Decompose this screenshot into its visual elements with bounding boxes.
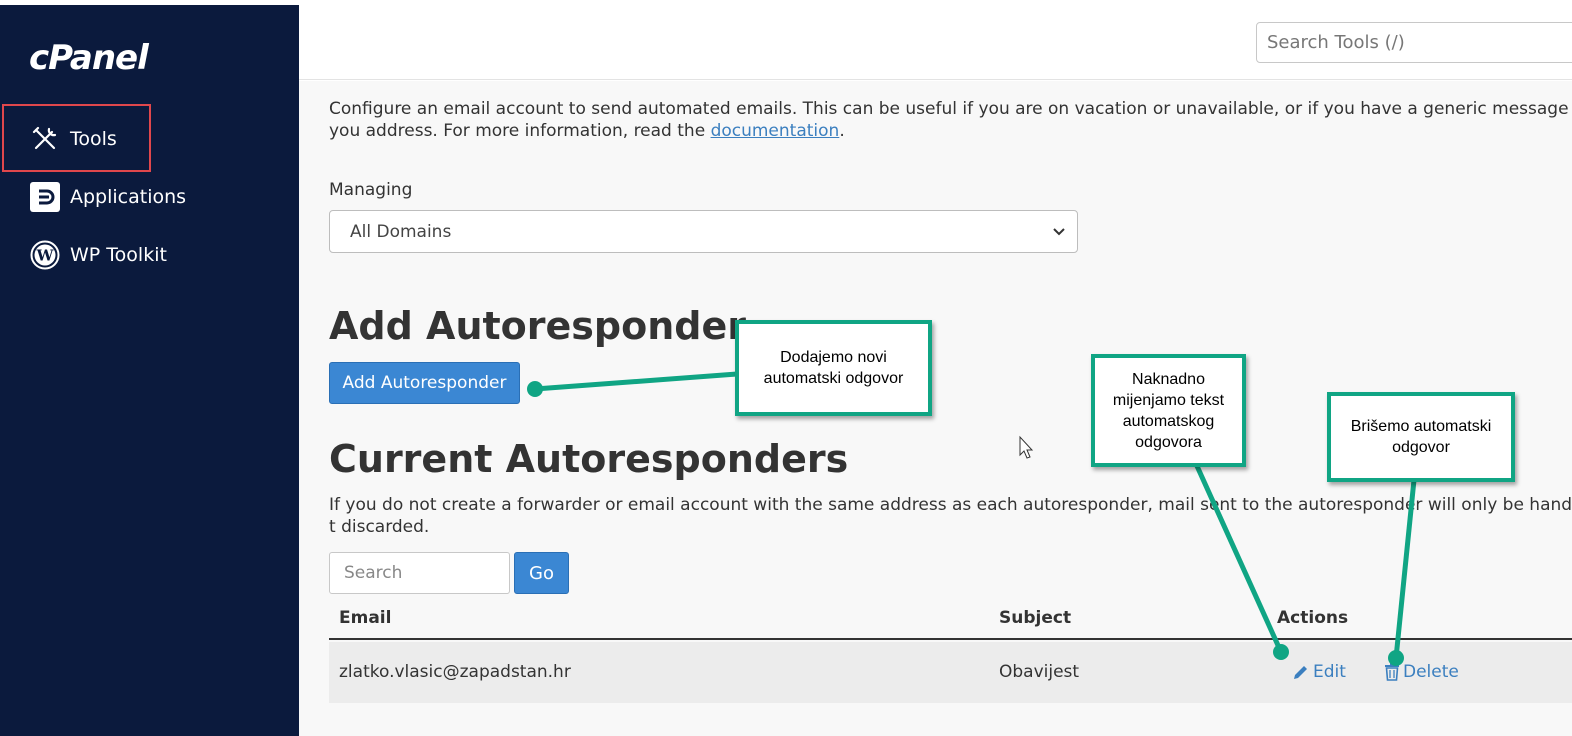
sidebar-top-strip — [0, 0, 299, 5]
edit-label: Edit — [1313, 662, 1346, 682]
table-row: zlatko.vlasic@zapadstan.hr Obavijest Edi… — [329, 642, 1572, 703]
column-header-actions: Actions — [1277, 608, 1349, 628]
sidebar: cPanel Tools Applications W WP Toolkit — [0, 0, 299, 736]
add-autoresponder-button[interactable]: Add Autoresponder — [329, 362, 520, 404]
managing-label: Managing — [329, 180, 413, 200]
edit-button[interactable]: Edit — [1292, 662, 1346, 682]
search-tools-input[interactable] — [1256, 22, 1572, 63]
intro-text-after: . — [839, 121, 845, 141]
callout-add: Dodajemo novi automatski odgovor — [735, 320, 932, 416]
column-header-subject[interactable]: Subject — [999, 608, 1071, 628]
tools-icon — [30, 124, 60, 154]
applications-icon — [30, 182, 60, 212]
sidebar-item-wp-toolkit[interactable]: W WP Toolkit — [0, 226, 299, 284]
column-header-email[interactable]: Email — [339, 608, 391, 628]
intro-text-before: Configure an email account to send autom… — [329, 99, 1572, 141]
trash-icon — [1385, 663, 1399, 681]
sidebar-item-applications[interactable]: Applications — [0, 168, 299, 226]
go-button[interactable]: Go — [514, 552, 569, 594]
cpanel-logo[interactable]: cPanel — [29, 38, 149, 78]
wordpress-icon: W — [30, 240, 60, 270]
pencil-icon — [1294, 666, 1307, 679]
current-autoresponders-heading: Current Autoresponders — [329, 437, 849, 481]
delete-label: Delete — [1403, 662, 1459, 682]
managing-domain-select[interactable]: All Domains — [329, 210, 1078, 253]
delete-button[interactable]: Delete — [1384, 662, 1459, 682]
row-subject: Obavijest — [999, 662, 1080, 682]
top-header — [299, 5, 1572, 80]
svg-text:W: W — [36, 247, 55, 265]
add-autoresponder-heading: Add Autoresponder — [329, 304, 746, 348]
managing-selected-value: All Domains — [350, 221, 452, 242]
documentation-link[interactable]: documentation — [711, 121, 840, 141]
autoresponder-search-input[interactable] — [329, 552, 510, 594]
callout-edit: Naknadno mijenjamo tekst automatskog odg… — [1091, 354, 1246, 467]
sidebar-item-label: Applications — [70, 186, 187, 208]
sidebar-item-label: Tools — [70, 128, 117, 150]
sidebar-item-tools[interactable]: Tools — [0, 110, 299, 168]
current-autoresponders-description: If you do not create a forwarder or emai… — [329, 495, 1572, 537]
chevron-down-icon — [1053, 228, 1065, 236]
intro-text: Configure an email account to send autom… — [329, 98, 1572, 142]
table-header: Email Subject Actions — [329, 601, 1572, 640]
callout-delete: Brišemo automatski odgovor — [1327, 392, 1515, 482]
sidebar-item-label: WP Toolkit — [70, 244, 167, 266]
row-email: zlatko.vlasic@zapadstan.hr — [339, 662, 571, 682]
